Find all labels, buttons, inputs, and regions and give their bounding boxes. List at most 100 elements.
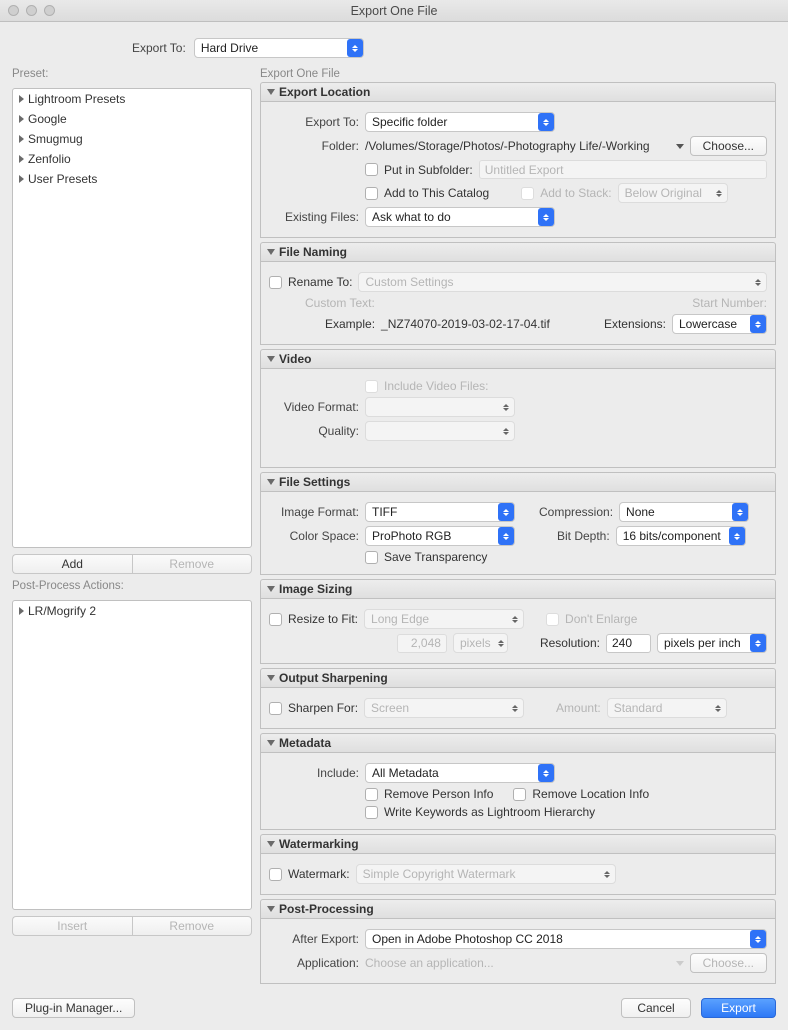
rename-to-checkbox[interactable] — [269, 276, 282, 289]
disclosure-triangle-icon — [267, 675, 275, 681]
section-file-settings[interactable]: File Settings — [260, 472, 776, 492]
chevron-right-icon — [19, 135, 24, 143]
resolution-unit-select[interactable]: pixels per inch — [657, 633, 767, 653]
post-actions-label: Post-Process Actions: — [12, 580, 252, 592]
disclosure-triangle-icon — [267, 249, 275, 255]
cancel-button[interactable]: Cancel — [621, 998, 691, 1018]
include-video-checkbox — [365, 380, 378, 393]
dimension-input — [397, 634, 447, 653]
chevron-up-down-icon — [711, 184, 727, 202]
action-item[interactable]: LR/Mogrify 2 — [13, 601, 251, 621]
window-title: Export One File — [0, 4, 788, 18]
watermark-select: Simple Copyright Watermark — [356, 864, 616, 884]
disclosure-triangle-icon — [267, 356, 275, 362]
resize-mode-select: Long Edge — [364, 609, 524, 629]
titlebar: Export One File — [0, 0, 788, 22]
chevron-down-icon[interactable] — [676, 144, 684, 149]
filename-example: _NZ74070-2019-03-02-17-04.tif — [381, 317, 550, 331]
disclosure-triangle-icon — [267, 586, 275, 592]
preset-item[interactable]: Google — [13, 109, 251, 129]
export-button[interactable]: Export — [701, 998, 776, 1018]
section-watermarking[interactable]: Watermarking — [260, 834, 776, 854]
chevron-up-down-icon — [538, 764, 554, 782]
chevron-right-icon — [19, 175, 24, 183]
save-transparency-checkbox[interactable] — [365, 551, 378, 564]
chevron-up-down-icon — [710, 699, 726, 717]
chevron-up-down-icon — [599, 865, 615, 883]
remove-location-checkbox[interactable] — [513, 788, 526, 801]
application-choose-button: Choose... — [690, 953, 767, 973]
preset-list[interactable]: Lightroom PresetsGoogleSmugmugZenfolioUs… — [12, 88, 252, 548]
plugin-manager-button[interactable]: Plug-in Manager... — [12, 998, 135, 1018]
resolution-input[interactable] — [606, 634, 651, 653]
preset-item[interactable]: Smugmug — [13, 129, 251, 149]
chevron-up-down-icon — [495, 634, 507, 652]
sharpen-for-select: Screen — [364, 698, 524, 718]
disclosure-triangle-icon — [267, 740, 275, 746]
action-insert-button[interactable]: Insert — [12, 916, 132, 936]
export-to-select[interactable]: Hard Drive — [194, 38, 364, 58]
disclosure-triangle-icon — [267, 479, 275, 485]
preset-label: Preset: — [12, 68, 252, 80]
chevron-right-icon — [19, 607, 24, 615]
preset-remove-button[interactable]: Remove — [132, 554, 253, 574]
subfolder-name-input[interactable] — [479, 160, 767, 179]
after-export-select[interactable]: Open in Adobe Photoshop CC 2018 — [365, 929, 767, 949]
chevron-up-down-icon — [507, 610, 523, 628]
chevron-up-down-icon — [732, 503, 748, 521]
dont-enlarge-checkbox — [546, 613, 559, 626]
chevron-up-down-icon — [750, 930, 766, 948]
put-subfolder-checkbox[interactable] — [365, 163, 378, 176]
section-file-naming[interactable]: File Naming — [260, 242, 776, 262]
rename-template-select[interactable]: Custom Settings — [358, 272, 767, 292]
chevron-up-down-icon — [498, 527, 514, 545]
chevron-up-down-icon — [498, 422, 514, 440]
chevron-up-down-icon — [507, 699, 523, 717]
section-video[interactable]: Video — [260, 349, 776, 369]
chevron-down-icon — [676, 961, 684, 966]
action-remove-button[interactable]: Remove — [132, 916, 253, 936]
chevron-up-down-icon — [347, 39, 363, 57]
chevron-up-down-icon — [750, 273, 766, 291]
chevron-right-icon — [19, 115, 24, 123]
add-to-catalog-checkbox[interactable] — [365, 187, 378, 200]
existing-files-select[interactable]: Ask what to do — [365, 207, 555, 227]
preset-item[interactable]: User Presets — [13, 169, 251, 189]
compression-select[interactable]: None — [619, 502, 749, 522]
chevron-right-icon — [19, 155, 24, 163]
folder-path-popup[interactable]: /Volumes/Storage/Photos/-Photography Lif… — [365, 139, 650, 153]
disclosure-triangle-icon — [267, 89, 275, 95]
image-format-select[interactable]: TIFF — [365, 502, 515, 522]
chevron-up-down-icon — [498, 503, 514, 521]
preset-item[interactable]: Lightroom Presets — [13, 89, 251, 109]
watermark-checkbox[interactable] — [269, 868, 282, 881]
video-format-select — [365, 397, 515, 417]
location-export-to-select[interactable]: Specific folder — [365, 112, 555, 132]
preset-add-button[interactable]: Add — [12, 554, 132, 574]
section-export-location[interactable]: Export Location — [260, 82, 776, 102]
metadata-include-select[interactable]: All Metadata — [365, 763, 555, 783]
section-output-sharpening[interactable]: Output Sharpening — [260, 668, 776, 688]
chevron-right-icon — [19, 95, 24, 103]
folder-choose-button[interactable]: Choose... — [690, 136, 767, 156]
section-post-processing[interactable]: Post-Processing — [260, 899, 776, 919]
section-metadata[interactable]: Metadata — [260, 733, 776, 753]
chevron-up-down-icon — [538, 113, 554, 131]
preset-item[interactable]: Zenfolio — [13, 149, 251, 169]
resize-to-fit-checkbox[interactable] — [269, 613, 282, 626]
disclosure-triangle-icon — [267, 841, 275, 847]
section-image-sizing[interactable]: Image Sizing — [260, 579, 776, 599]
keywords-hierarchy-checkbox[interactable] — [365, 806, 378, 819]
post-actions-list[interactable]: LR/Mogrify 2 — [12, 600, 252, 910]
sharpen-for-checkbox[interactable] — [269, 702, 282, 715]
video-quality-select — [365, 421, 515, 441]
right-panel-title: Export One File — [260, 68, 776, 80]
export-to-label: Export To: — [132, 41, 186, 55]
dimension-unit-select: pixels — [453, 633, 508, 653]
colorspace-select[interactable]: ProPhoto RGB — [365, 526, 515, 546]
extension-case-select[interactable]: Lowercase — [672, 314, 767, 334]
sharpen-amount-select: Standard — [607, 698, 727, 718]
chevron-up-down-icon — [750, 315, 766, 333]
bitdepth-select[interactable]: 16 bits/component — [616, 526, 746, 546]
remove-person-checkbox[interactable] — [365, 788, 378, 801]
